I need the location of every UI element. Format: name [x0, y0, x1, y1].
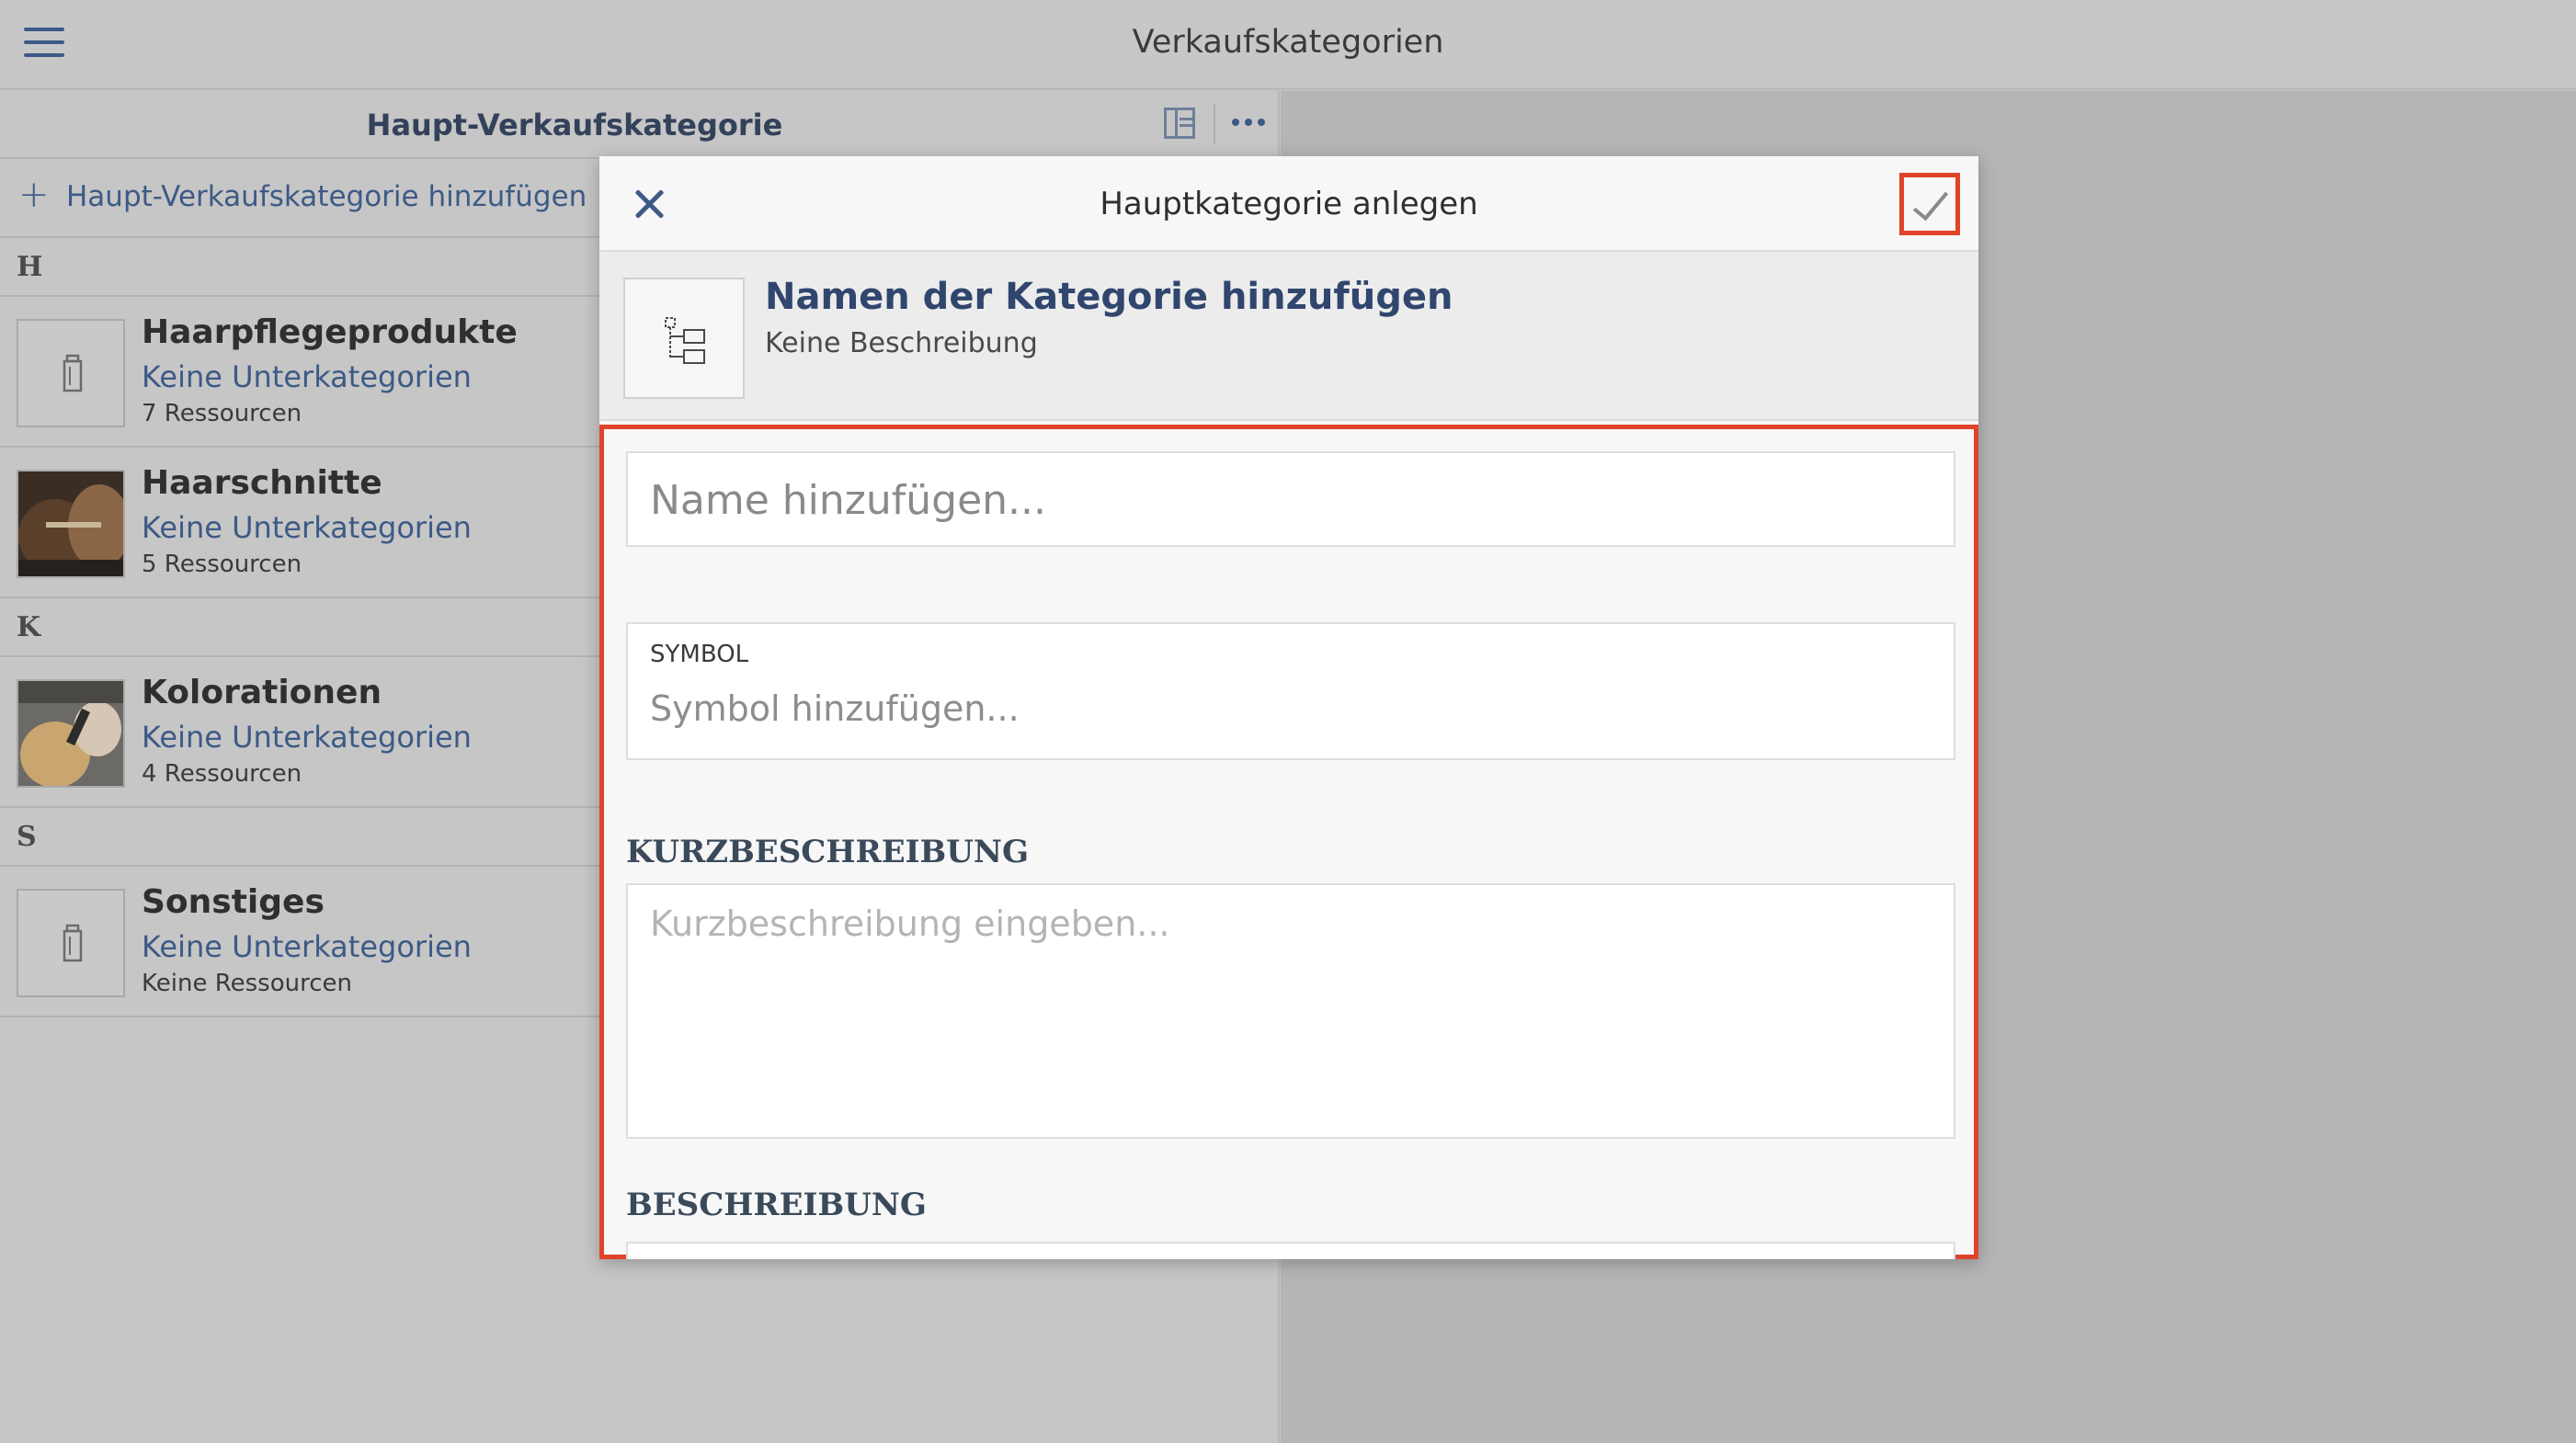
- description-label: BESCHREIBUNG: [626, 1187, 927, 1223]
- confirm-checkmark-button[interactable]: [1899, 173, 1960, 235]
- short-description-label: KURZBESCHREIBUNG: [626, 834, 1030, 870]
- name-input[interactable]: [650, 477, 1928, 524]
- item-subcategories: Keine Unterkategorien: [142, 510, 472, 545]
- item-resources: Keine Ressourcen: [142, 970, 352, 997]
- item-subcategories: Keine Unterkategorien: [142, 929, 472, 964]
- symbol-field[interactable]: SYMBOL Symbol hinzufügen...: [626, 622, 1955, 760]
- section-letter: H: [17, 251, 43, 283]
- symbol-label: SYMBOL: [650, 641, 749, 668]
- item-resources: 4 Ressourcen: [142, 760, 302, 788]
- category-form: SYMBOL Symbol hinzufügen... KURZBESCHREI…: [599, 425, 1978, 1259]
- category-summary: Namen der Kategorie hinzufügen Keine Bes…: [599, 252, 1978, 421]
- symbol-placeholder: Symbol hinzufügen...: [650, 688, 1020, 729]
- item-resources: 5 Ressourcen: [142, 551, 302, 578]
- item-title: Kolorationen: [142, 674, 382, 711]
- item-subcategories: Keine Unterkategorien: [142, 359, 472, 394]
- short-description-field[interactable]: [626, 883, 1955, 1139]
- top-bar: Verkaufskategorien: [0, 0, 2576, 90]
- section-letter: S: [17, 821, 37, 853]
- short-description-input[interactable]: [650, 903, 1933, 1124]
- haircut-photo: [17, 470, 125, 578]
- category-tree-icon[interactable]: [623, 278, 745, 399]
- coloration-photo: [17, 679, 125, 788]
- item-title: Haarschnitte: [142, 464, 382, 502]
- dialog-title: Hauptkategorie anlegen: [1100, 186, 1478, 222]
- description-field[interactable]: [626, 1242, 1955, 1259]
- list-header-title: Haupt-Verkaufskategorie: [366, 108, 783, 142]
- layout-toggle-icon[interactable]: [1164, 108, 1195, 139]
- name-field[interactable]: [626, 451, 1955, 547]
- section-letter: K: [17, 611, 41, 643]
- item-resources: 7 Ressourcen: [142, 400, 302, 427]
- create-category-dialog: Hauptkategorie anlegen Namen der Kategor…: [599, 156, 1978, 1259]
- header-divider: [1214, 104, 1215, 144]
- item-subcategories: Keine Unterkategorien: [142, 720, 472, 755]
- plus-icon: +: [18, 174, 50, 216]
- summary-title: Namen der Kategorie hinzufügen: [765, 276, 1453, 318]
- product-icon: [17, 319, 125, 427]
- item-title: Sonstiges: [142, 883, 325, 921]
- product-icon: [17, 889, 125, 997]
- list-header: Haupt-Verkaufskategorie: [0, 91, 1278, 159]
- item-title: Haarpflegeprodukte: [142, 313, 518, 351]
- more-options-icon[interactable]: [1230, 117, 1267, 128]
- add-category-label: Haupt-Verkaufskategorie hinzufügen: [66, 180, 587, 213]
- dialog-header: Hauptkategorie anlegen: [599, 156, 1978, 252]
- app-title: Verkaufskategorien: [1132, 24, 1444, 61]
- summary-description: Keine Beschreibung: [765, 327, 1038, 359]
